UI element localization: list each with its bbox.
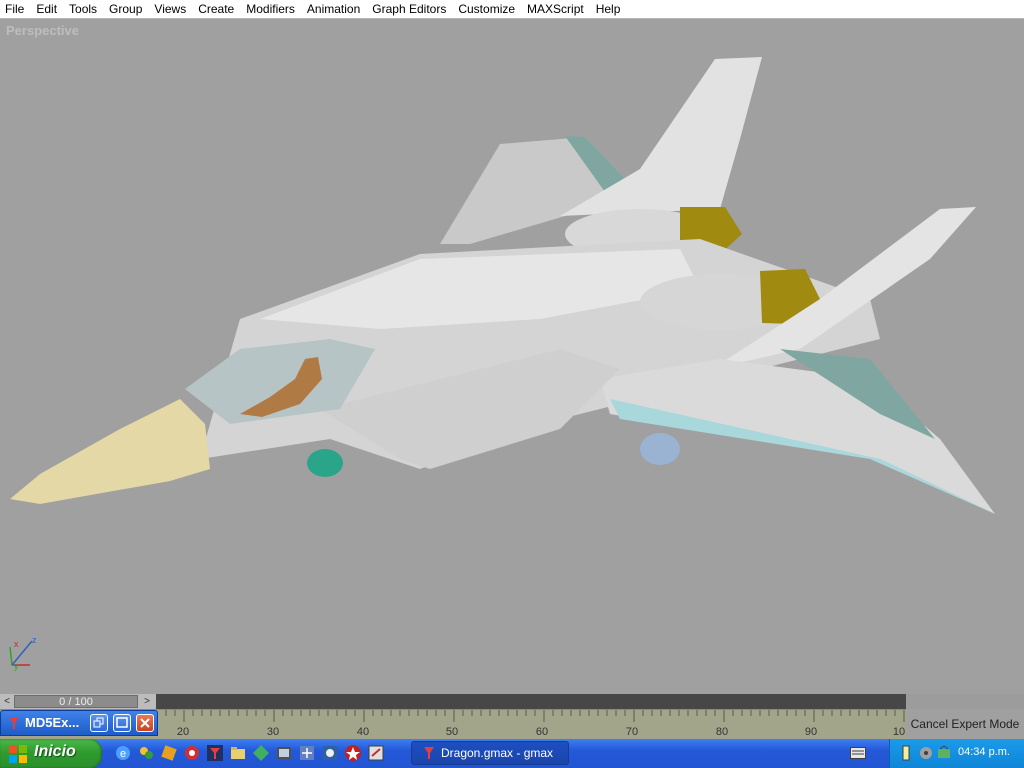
menu-tools[interactable]: Tools bbox=[63, 0, 103, 18]
tick-label: 50 bbox=[446, 726, 458, 738]
settings-icon[interactable] bbox=[321, 744, 339, 762]
time-slider-next[interactable]: > bbox=[140, 694, 154, 709]
tick-label: 30 bbox=[267, 726, 279, 738]
tick-label: 70 bbox=[626, 726, 638, 738]
windows-taskbar: Inicio e Dragon.gmax - gmax 04:34 p.m. bbox=[0, 739, 1024, 768]
axis-z-label: z bbox=[32, 635, 37, 645]
start-button[interactable]: Inicio bbox=[0, 739, 102, 768]
time-slider-track[interactable] bbox=[156, 694, 906, 709]
rear-gear bbox=[640, 433, 680, 465]
gmax-app-icon bbox=[9, 717, 19, 729]
tools-icon[interactable] bbox=[160, 744, 178, 762]
start-label: Inicio bbox=[34, 743, 76, 760]
axis-x-label: x bbox=[14, 639, 19, 649]
menu-edit[interactable]: Edit bbox=[30, 0, 63, 18]
gmax-quicklaunch-icon[interactable] bbox=[206, 744, 224, 762]
axis-tripod-icon: x y z bbox=[9, 635, 37, 671]
time-slider-side-panel bbox=[906, 694, 1024, 709]
menu-create[interactable]: Create bbox=[192, 0, 240, 18]
maximize-button[interactable] bbox=[113, 714, 131, 732]
star-icon[interactable] bbox=[344, 744, 362, 762]
restore-button[interactable] bbox=[90, 714, 108, 732]
film-icon[interactable] bbox=[275, 744, 293, 762]
menu-help[interactable]: Help bbox=[590, 0, 627, 18]
svg-text:e: e bbox=[120, 748, 126, 760]
menu-customize[interactable]: Customize bbox=[452, 0, 521, 18]
tick-label: 90 bbox=[805, 726, 817, 738]
window-app-icon[interactable] bbox=[367, 744, 385, 762]
battery-icon[interactable] bbox=[898, 745, 914, 761]
viewport-label[interactable]: Perspective bbox=[6, 23, 79, 38]
menu-modifiers[interactable]: Modifiers bbox=[240, 0, 301, 18]
menu-graph-editors[interactable]: Graph Editors bbox=[366, 0, 452, 18]
tick-label: 20 bbox=[177, 726, 189, 738]
menu-file[interactable]: File bbox=[0, 0, 30, 18]
menu-maxscript[interactable]: MAXScript bbox=[521, 0, 590, 18]
tick-label: 60 bbox=[536, 726, 548, 738]
restore-icon bbox=[93, 717, 104, 728]
internet-explorer-icon[interactable]: e bbox=[114, 744, 132, 762]
system-tray: 04:34 p.m. bbox=[889, 739, 1024, 768]
nose-cone bbox=[10, 399, 210, 504]
tick-label: 40 bbox=[357, 726, 369, 738]
messenger-icon[interactable] bbox=[137, 744, 155, 762]
antivirus-icon[interactable] bbox=[183, 744, 201, 762]
perspective-viewport[interactable]: Perspective x y z bbox=[0, 19, 1024, 694]
maximize-icon bbox=[116, 717, 128, 728]
time-slider[interactable]: < 0 / 100 > bbox=[0, 694, 1024, 709]
mini-window-title: MD5Ex... bbox=[25, 715, 80, 730]
close-icon bbox=[140, 718, 150, 728]
cancel-expert-mode-button[interactable]: Cancel Expert Mode bbox=[906, 709, 1024, 739]
tick-label: 10 bbox=[893, 726, 905, 738]
front-gear bbox=[307, 449, 343, 477]
taskbar-window-label: Dragon.gmax - gmax bbox=[441, 746, 554, 760]
tick-label: 80 bbox=[716, 726, 728, 738]
taskbar-clock: 04:34 p.m. bbox=[958, 746, 1010, 758]
menu-views[interactable]: Views bbox=[148, 0, 192, 18]
network-icon[interactable] bbox=[298, 744, 316, 762]
diamond-icon[interactable] bbox=[252, 744, 270, 762]
menu-group[interactable]: Group bbox=[103, 0, 148, 18]
jet-model[interactable] bbox=[0, 19, 1024, 694]
menu-animation[interactable]: Animation bbox=[301, 0, 366, 18]
close-button[interactable] bbox=[136, 714, 154, 732]
volume-icon[interactable] bbox=[918, 745, 934, 761]
time-slider-thumb[interactable]: 0 / 100 bbox=[14, 695, 138, 708]
gmax-task-icon bbox=[424, 747, 434, 759]
keyboard-icon[interactable] bbox=[850, 747, 866, 759]
floating-mini-window[interactable]: MD5Ex... bbox=[0, 710, 158, 736]
taskbar-window-gmax[interactable]: Dragon.gmax - gmax bbox=[411, 741, 569, 765]
windows-logo-icon bbox=[9, 745, 27, 763]
network-tray-icon[interactable] bbox=[936, 745, 952, 761]
time-slider-prev[interactable]: < bbox=[0, 694, 14, 709]
folder-icon[interactable] bbox=[229, 744, 247, 762]
menu-bar: File Edit Tools Group Views Create Modif… bbox=[0, 0, 1024, 19]
axis-y-label: y bbox=[14, 661, 19, 671]
